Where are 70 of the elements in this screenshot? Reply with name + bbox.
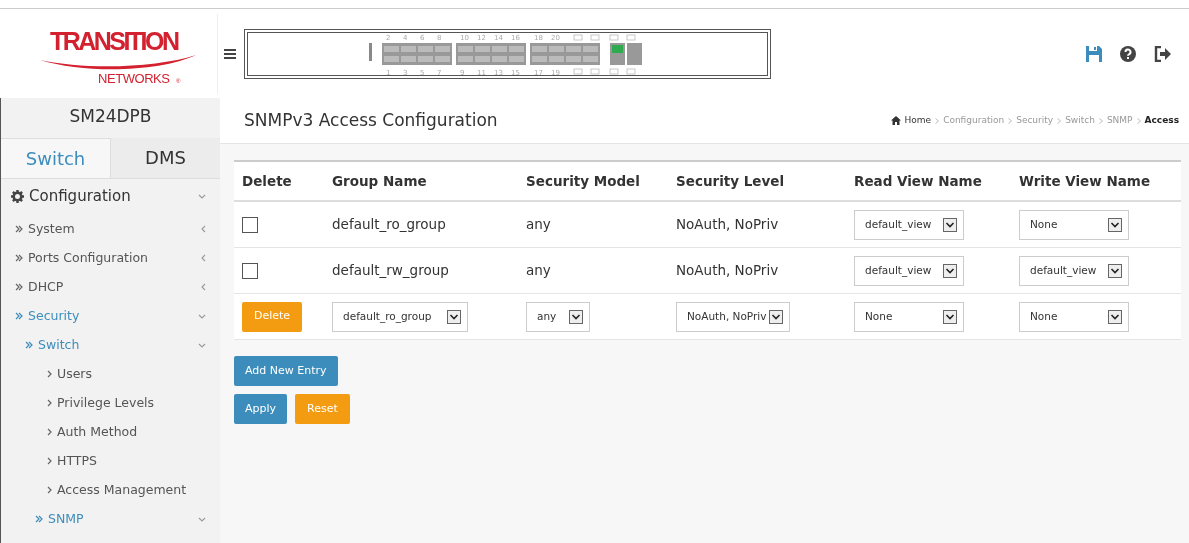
chevron-icon: [47, 457, 52, 465]
menu-item[interactable]: DHCP: [1, 272, 220, 302]
column-header: Security Model: [518, 162, 668, 202]
logout-icon[interactable]: [1154, 45, 1171, 62]
double-chevron-icon: [15, 225, 23, 233]
menu-item[interactable]: Ports Configuration: [1, 243, 220, 273]
chevron-icon: [1008, 117, 1013, 124]
menu-item[interactable]: HTTPS: [1, 446, 220, 476]
menu-item[interactable]: System: [1, 214, 220, 244]
table-cell-text: default_ro_group: [332, 215, 446, 235]
double-chevron-icon: [15, 283, 23, 291]
dropdown[interactable]: None: [1019, 209, 1129, 240]
chevron-icon: [1057, 117, 1062, 124]
chevron-down-icon: [198, 313, 206, 319]
gear-icon: [11, 190, 24, 203]
table-cell-text: any: [526, 261, 551, 281]
sidebar-tab[interactable]: DMS: [111, 137, 220, 178]
chevron-icon: [47, 370, 52, 378]
menu-item[interactable]: Users: [1, 359, 220, 389]
breadcrumb-link[interactable]: Home: [904, 113, 932, 128]
menu-item[interactable]: Auth Method: [1, 417, 220, 447]
chevron-icon: [1098, 117, 1103, 124]
apply-button[interactable]: Apply: [234, 394, 288, 424]
chevron-icon: [47, 486, 52, 494]
dropdown[interactable]: any: [526, 301, 590, 332]
add-entry-button[interactable]: Add New Entry: [234, 356, 338, 386]
checkbox[interactable]: [242, 216, 258, 233]
save-icon[interactable]: [1086, 45, 1102, 62]
chevron-down-icon: [198, 194, 206, 199]
dropdown[interactable]: default_view: [854, 209, 964, 240]
chevron-icon: [935, 117, 940, 124]
dropdown[interactable]: default_view: [854, 255, 964, 286]
chevron-icon: [47, 399, 52, 407]
help-icon[interactable]: [1120, 45, 1136, 62]
chevron-down-icon: [198, 516, 206, 522]
swoosh-icon: [39, 54, 196, 69]
column-header: Delete: [234, 162, 324, 202]
table-cell-text: NoAuth, NoPriv: [676, 215, 779, 235]
home-icon: [890, 116, 901, 125]
logo-subtitle: NETWORKS: [97, 70, 170, 86]
table-cell-text: default_rw_group: [332, 261, 449, 281]
dropdown[interactable]: None: [1019, 301, 1129, 332]
chevron-left-icon: [201, 225, 206, 233]
table-cell-text: any: [526, 215, 551, 235]
column-header: Write View Name: [1011, 162, 1181, 202]
dropdown[interactable]: default_view: [1019, 255, 1129, 286]
table-cell-text: NoAuth, NoPriv: [676, 261, 779, 281]
chevron-icon: [1136, 117, 1141, 124]
menu-item[interactable]: Configuration: [1, 178, 220, 215]
column-header: Read View Name: [846, 162, 1011, 202]
double-chevron-icon: [15, 312, 23, 320]
page-title: SNMPv3 Access Configuration: [244, 108, 498, 132]
column-header: Security Level: [668, 162, 846, 202]
chevron-left-icon: [201, 283, 206, 291]
column-header: Group Name: [324, 162, 518, 202]
chevron-down-icon: [198, 342, 206, 348]
dropdown[interactable]: default_ro_group: [332, 301, 468, 332]
menu-icon[interactable]: [224, 47, 236, 60]
device-name: SM24DPB: [68, 105, 153, 128]
menu-item[interactable]: Privilege Levels: [1, 388, 220, 418]
dropdown[interactable]: None: [854, 301, 964, 332]
checkbox[interactable]: [242, 262, 258, 279]
menu-item[interactable]: Access Management: [1, 475, 220, 505]
dropdown[interactable]: NoAuth, NoPriv: [676, 301, 791, 332]
double-chevron-icon: [15, 254, 23, 262]
logo-title: TRANSITION: [49, 26, 180, 55]
double-chevron-icon: [25, 341, 33, 349]
chevron-icon: [47, 428, 52, 436]
double-chevron-icon: [35, 515, 43, 523]
chevron-left-icon: [201, 254, 206, 262]
